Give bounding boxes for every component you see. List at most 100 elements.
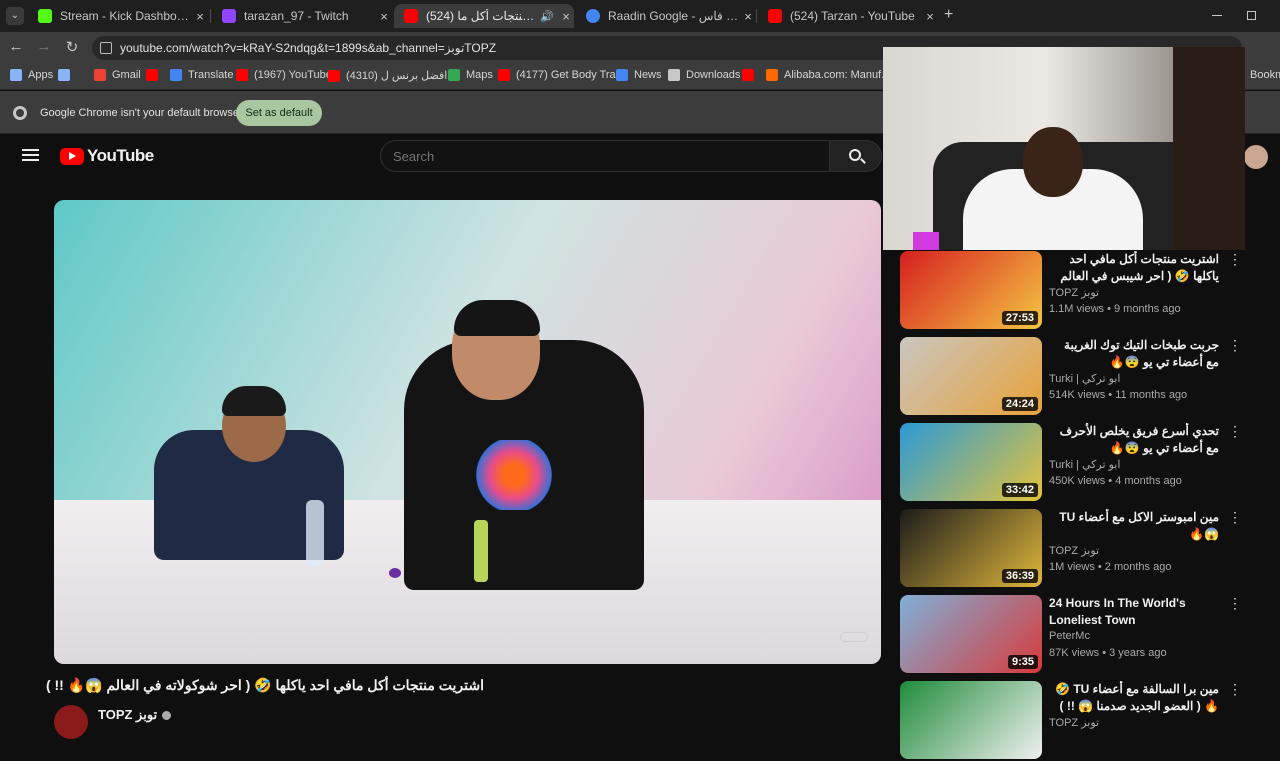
recommendation-meta: 450K views • 4 months ago — [1049, 475, 1182, 487]
channel-avatar[interactable] — [54, 705, 88, 739]
more-options-icon[interactable]: ⋮ — [1228, 423, 1242, 440]
recommendation-channel[interactable]: Turki | ابو تركي — [1049, 372, 1120, 385]
close-icon[interactable]: × — [922, 9, 938, 24]
recommendation-title[interactable]: مين برا السالفة مع أعضاء TU 🤣🔥 ( العضو ا… — [1049, 681, 1219, 715]
recommendation-title[interactable]: جربت طبخات التيك توك الغريبة مع أعضاء تي… — [1049, 337, 1219, 371]
reload-icon[interactable]: ↻ — [62, 38, 82, 56]
tab-google[interactable]: Raadin Google - بوركينا فاس… × — [576, 4, 756, 28]
search-input[interactable] — [380, 140, 830, 172]
video-thumbnail[interactable]: 9:35 — [900, 595, 1042, 673]
menu-icon[interactable] — [22, 149, 39, 161]
recommendation-card[interactable]: 33:42 تحدي أسرع فريق يخلص الأحرف مع أعضاء… — [900, 423, 1245, 503]
duration-badge: 9:35 — [1007, 655, 1038, 669]
recommendation-channel[interactable]: TOPZ توبز — [1049, 716, 1099, 729]
video-thumbnail[interactable] — [900, 681, 1042, 759]
bookmark-label: Gmail — [112, 69, 141, 81]
restore-icon[interactable] — [1247, 11, 1256, 20]
recommendation-card[interactable]: 27:53 اشتريت منتجات أكل مافي احد ياكلها 🤣… — [900, 251, 1245, 331]
bookmark-label: Bookma — [1250, 69, 1280, 81]
recommendation-title[interactable]: مين امبوستر الاكل مع أعضاء TU 😱🔥 — [1049, 509, 1219, 543]
recommendation-meta: 514K views • 11 months ago — [1049, 389, 1188, 401]
verified-icon — [162, 710, 172, 720]
bookmark-icon — [58, 69, 70, 81]
webcam-overlay — [883, 47, 1245, 250]
webcam-door — [1173, 47, 1245, 250]
set-default-button[interactable]: Set as default — [236, 100, 322, 126]
duration-badge: 36:39 — [1001, 569, 1038, 583]
new-tab-button[interactable]: + — [944, 6, 953, 24]
bookmark-item[interactable]: (4177) Get Body Tra... — [498, 69, 625, 81]
tab-divider — [756, 9, 757, 23]
bookmark-label: Translate — [188, 69, 234, 81]
video-thumbnail[interactable]: 33:42 — [900, 423, 1042, 501]
recommendation-card[interactable]: 36:39 مين امبوستر الاكل مع أعضاء TU 😱🔥 TOP… — [900, 509, 1245, 589]
recommendation-title[interactable]: 24 Hours In The World's Loneliest Town — [1049, 595, 1219, 629]
channel-row: TOPZ توبز — [54, 705, 172, 739]
more-options-icon[interactable]: ⋮ — [1228, 337, 1242, 354]
bookmark-item[interactable]: Alibaba.com: Manuf... — [766, 69, 890, 81]
recommendation-title[interactable]: تحدي أسرع فريق يخلص الأحرف مع أعضاء تي ي… — [1049, 423, 1219, 457]
bookmark-item[interactable]: News — [616, 69, 662, 81]
close-icon[interactable]: × — [192, 9, 208, 24]
bookmark-item[interactable] — [742, 69, 760, 81]
duration-badge: 27:53 — [1001, 311, 1038, 325]
bookmark-item[interactable]: (4310) افضل برنس ل... — [328, 69, 457, 82]
bookmark-icon — [498, 69, 510, 81]
bookmark-item[interactable]: Apps — [10, 69, 53, 81]
tab-title: (524) اشتريت منتجات أكل ما… — [426, 9, 540, 23]
tab-twitch[interactable]: tarazan_97 - Twitch × — [212, 4, 392, 28]
bookmark-icon — [94, 69, 106, 81]
video-thumbnail[interactable]: 27:53 — [900, 251, 1042, 329]
video-thumbnail[interactable]: 24:24 — [900, 337, 1042, 415]
bookmark-icon — [448, 69, 460, 81]
recommendation-channel[interactable]: PeterMc — [1049, 630, 1090, 642]
duration-badge: 33:42 — [1001, 483, 1038, 497]
tab-kick[interactable]: Stream - Kick Dashboard × — [28, 4, 208, 28]
channel-name[interactable]: TOPZ توبز — [98, 707, 157, 723]
recommendation-channel[interactable]: Turki | ابو تركي — [1049, 458, 1120, 471]
tab-youtube-active[interactable]: (524) اشتريت منتجات أكل ما… 🔊 × — [394, 4, 574, 28]
tab-youtube-tarzan[interactable]: (524) Tarzan - YouTube × — [758, 4, 938, 28]
bookmark-icon — [668, 69, 680, 81]
close-icon[interactable]: × — [740, 9, 756, 24]
search-button[interactable] — [830, 140, 882, 172]
tab-title: Stream - Kick Dashboard — [60, 9, 192, 23]
bookmark-icon — [766, 69, 778, 81]
bookmark-item[interactable]: Maps — [448, 69, 493, 81]
recommendation-channel[interactable]: TOPZ توبز — [1049, 286, 1099, 299]
back-icon[interactable]: ← — [6, 38, 26, 55]
recommendation-card[interactable]: 24:24 جربت طبخات التيك توك الغريبة مع أعض… — [900, 337, 1245, 417]
bookmark-label: (4310) افضل برنس ل... — [346, 70, 457, 82]
minimize-icon[interactable] — [1212, 15, 1222, 16]
recommendation-card[interactable]: مين برا السالفة مع أعضاء TU 🤣🔥 ( العضو ا… — [900, 681, 1245, 761]
bookmark-item[interactable] — [58, 69, 76, 81]
more-options-icon[interactable]: ⋮ — [1228, 251, 1242, 268]
bookmark-label: Maps — [466, 69, 493, 81]
recommendation-card[interactable]: 9:35 24 Hours In The World's Loneliest To… — [900, 595, 1245, 675]
more-options-icon[interactable]: ⋮ — [1228, 595, 1242, 612]
forward-icon[interactable]: → — [34, 38, 54, 55]
tab-divider — [210, 9, 211, 23]
close-icon[interactable]: × — [376, 9, 392, 24]
bookmark-item[interactable] — [146, 69, 164, 81]
bookmark-label: News — [634, 69, 662, 81]
audio-icon[interactable]: 🔊 — [540, 10, 554, 23]
site-info-icon[interactable] — [100, 42, 112, 54]
bookmark-item[interactable]: (1967) YouTube — [236, 69, 332, 81]
more-options-icon[interactable]: ⋮ — [1228, 509, 1242, 526]
video-watermark-icon — [840, 632, 868, 642]
recommendation-title[interactable]: اشتريت منتجات أكل مافي احد ياكلها 🤣 ( اح… — [1049, 251, 1219, 285]
bookmark-item[interactable]: Gmail — [94, 69, 141, 81]
more-options-icon[interactable]: ⋮ — [1228, 681, 1242, 698]
video-player[interactable] — [54, 200, 881, 664]
tab-search-icon[interactable]: ⌄ — [6, 7, 24, 25]
avatar[interactable] — [1244, 145, 1268, 169]
close-icon[interactable]: × — [558, 9, 574, 24]
video-thumbnail[interactable]: 36:39 — [900, 509, 1042, 587]
kick-icon — [38, 9, 52, 23]
webcam-person-head — [1023, 127, 1083, 197]
recommendation-channel[interactable]: TOPZ توبز — [1049, 544, 1099, 557]
bookmark-item[interactable]: Translate — [170, 69, 233, 81]
bookmark-item[interactable]: Downloads — [668, 69, 740, 81]
youtube-logo[interactable]: YouTube — [60, 146, 154, 166]
